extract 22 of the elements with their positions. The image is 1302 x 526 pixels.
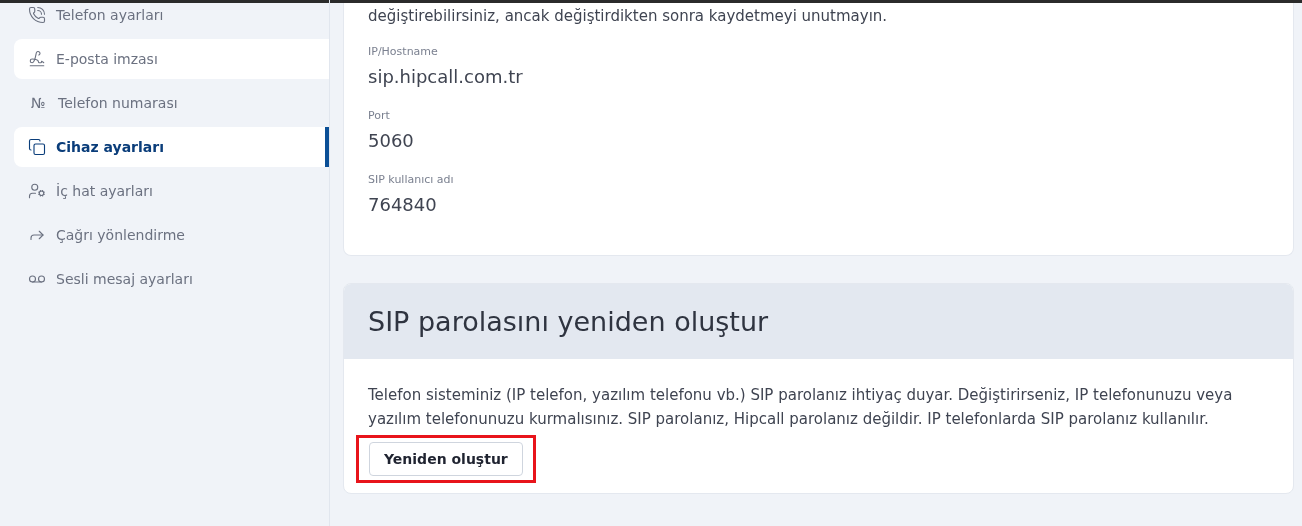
phone-call-icon <box>28 6 46 24</box>
sidebar-item[interactable]: Sesli mesaj ayarları <box>14 259 329 299</box>
user-settings-icon <box>28 182 46 200</box>
sidebar-item[interactable]: Cihaz ayarları <box>14 127 329 167</box>
sidebar-item[interactable]: Çağrı yönlendirme <box>14 215 329 255</box>
field-value: 5060 <box>368 130 415 151</box>
sidebar-item[interactable]: Telefon ayarları <box>14 0 329 35</box>
description-text: Telefon sisteminiz (IP telefon, yazılım telefonu vb.) SIP parolanız ihtiyaç duyar. Değiştirirseniz, IP telefonunuzu veya yazılım telefonunuzu kurmalısınız. SIP parolanız, Hipcall parolanız değildir. IP telefonlarda SIP parolanız kullanılır. <box>368 385 1234 430</box>
number-sign-icon: № <box>28 95 48 111</box>
devices-icon <box>28 138 46 156</box>
intro-text: değiştirebilirsiniz, ancak değiştirdikten sonra kaydetmeyi unutmayın. <box>368 7 889 25</box>
field-value: 764840 <box>368 194 438 215</box>
field-value: sip.hipcall.com.tr <box>368 66 524 87</box>
regenerate-button[interactable]: Yeniden oluştur <box>369 442 523 476</box>
sidebar-item[interactable]: İç hat ayarları <box>14 171 329 211</box>
field-label: Port <box>368 109 391 122</box>
sidebar-item[interactable]: № Telefon numarası <box>14 83 329 123</box>
signature-icon <box>28 50 46 68</box>
card-title: SIP parolasını yeniden oluştur <box>344 284 1293 359</box>
field-label: SIP kullanıcı adı <box>368 173 455 186</box>
field-label: IP/Hostname <box>368 45 439 58</box>
sidebar-item[interactable]: E-posta imzası <box>14 39 329 79</box>
